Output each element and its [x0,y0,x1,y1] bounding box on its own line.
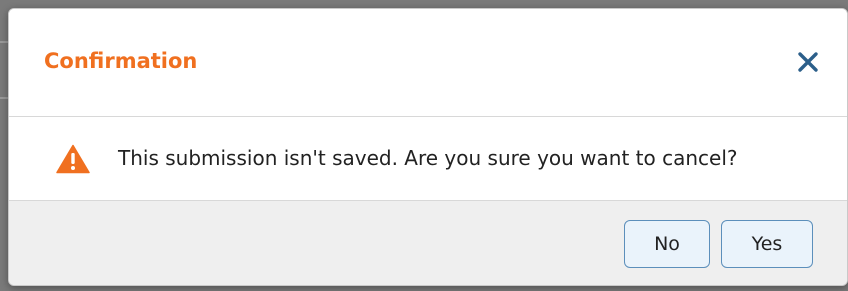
confirmation-dialog: Confirmation This submission isn't saved… [8,8,848,286]
yes-button[interactable]: Yes [721,220,813,268]
dialog-body: This submission isn't saved. Are you sur… [9,117,847,200]
dialog-title: Confirmation [44,49,198,73]
dialog-footer: No Yes [9,200,847,285]
dialog-header: Confirmation [9,9,847,117]
close-button[interactable] [791,45,825,79]
confirmation-message: This submission isn't saved. Are you sur… [118,146,738,170]
no-button[interactable]: No [624,220,710,268]
warning-triangle-icon [56,144,90,174]
close-icon [798,52,818,72]
